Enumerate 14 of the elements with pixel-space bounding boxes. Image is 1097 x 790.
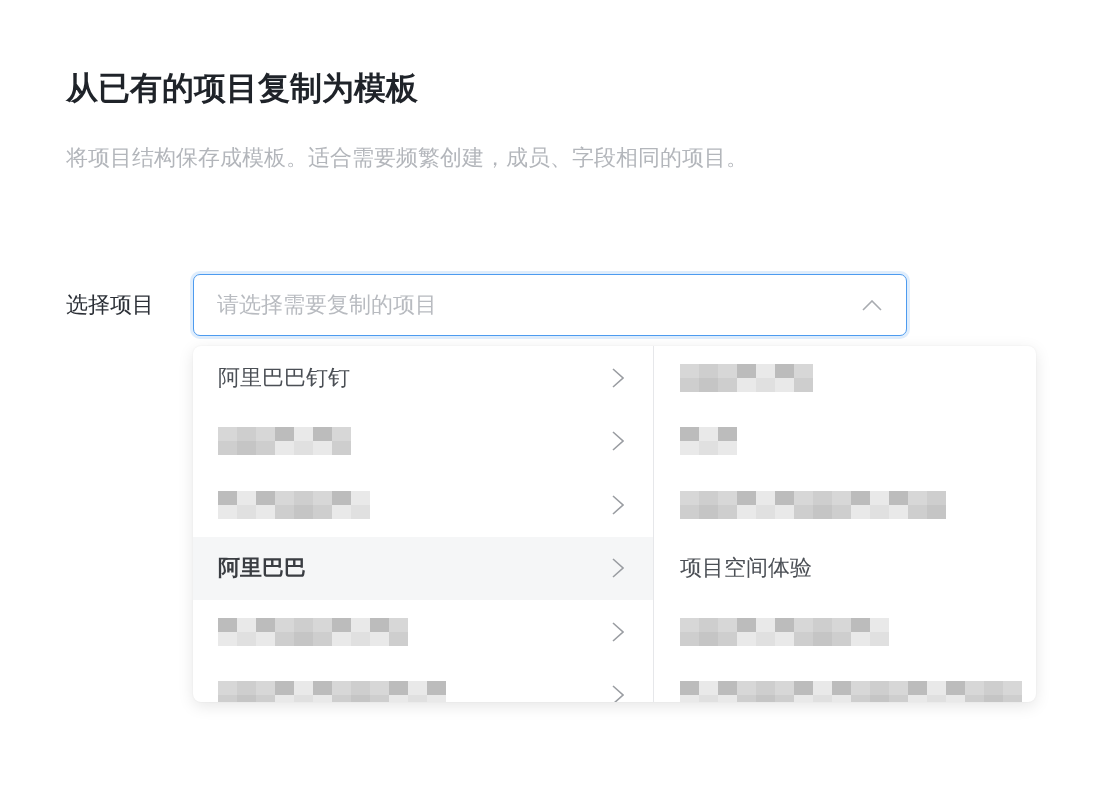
page-description: 将项目结构保存成模板。适合需要频繁创建，成员、字段相同的项目。 (66, 144, 748, 172)
cascader-option[interactable]: 项目空间体验 (654, 536, 1036, 600)
chevron-right-icon (612, 558, 624, 579)
page-title: 从已有的项目复制为模板 (66, 68, 418, 109)
cascader-option[interactable]: 阿里巴巴钉钉 (193, 346, 653, 410)
chevron-right-icon (612, 431, 624, 452)
cascader-option[interactable]: 阿里巴巴 (193, 536, 653, 600)
chevron-right-icon (612, 367, 624, 388)
chevron-right-icon (612, 685, 624, 702)
chevron-right-icon (612, 621, 624, 642)
field-label: 选择项目 (66, 291, 155, 319)
chevron-right-icon (612, 494, 624, 515)
pixelated-text-block (680, 427, 737, 456)
chevron-up-icon (862, 299, 882, 311)
